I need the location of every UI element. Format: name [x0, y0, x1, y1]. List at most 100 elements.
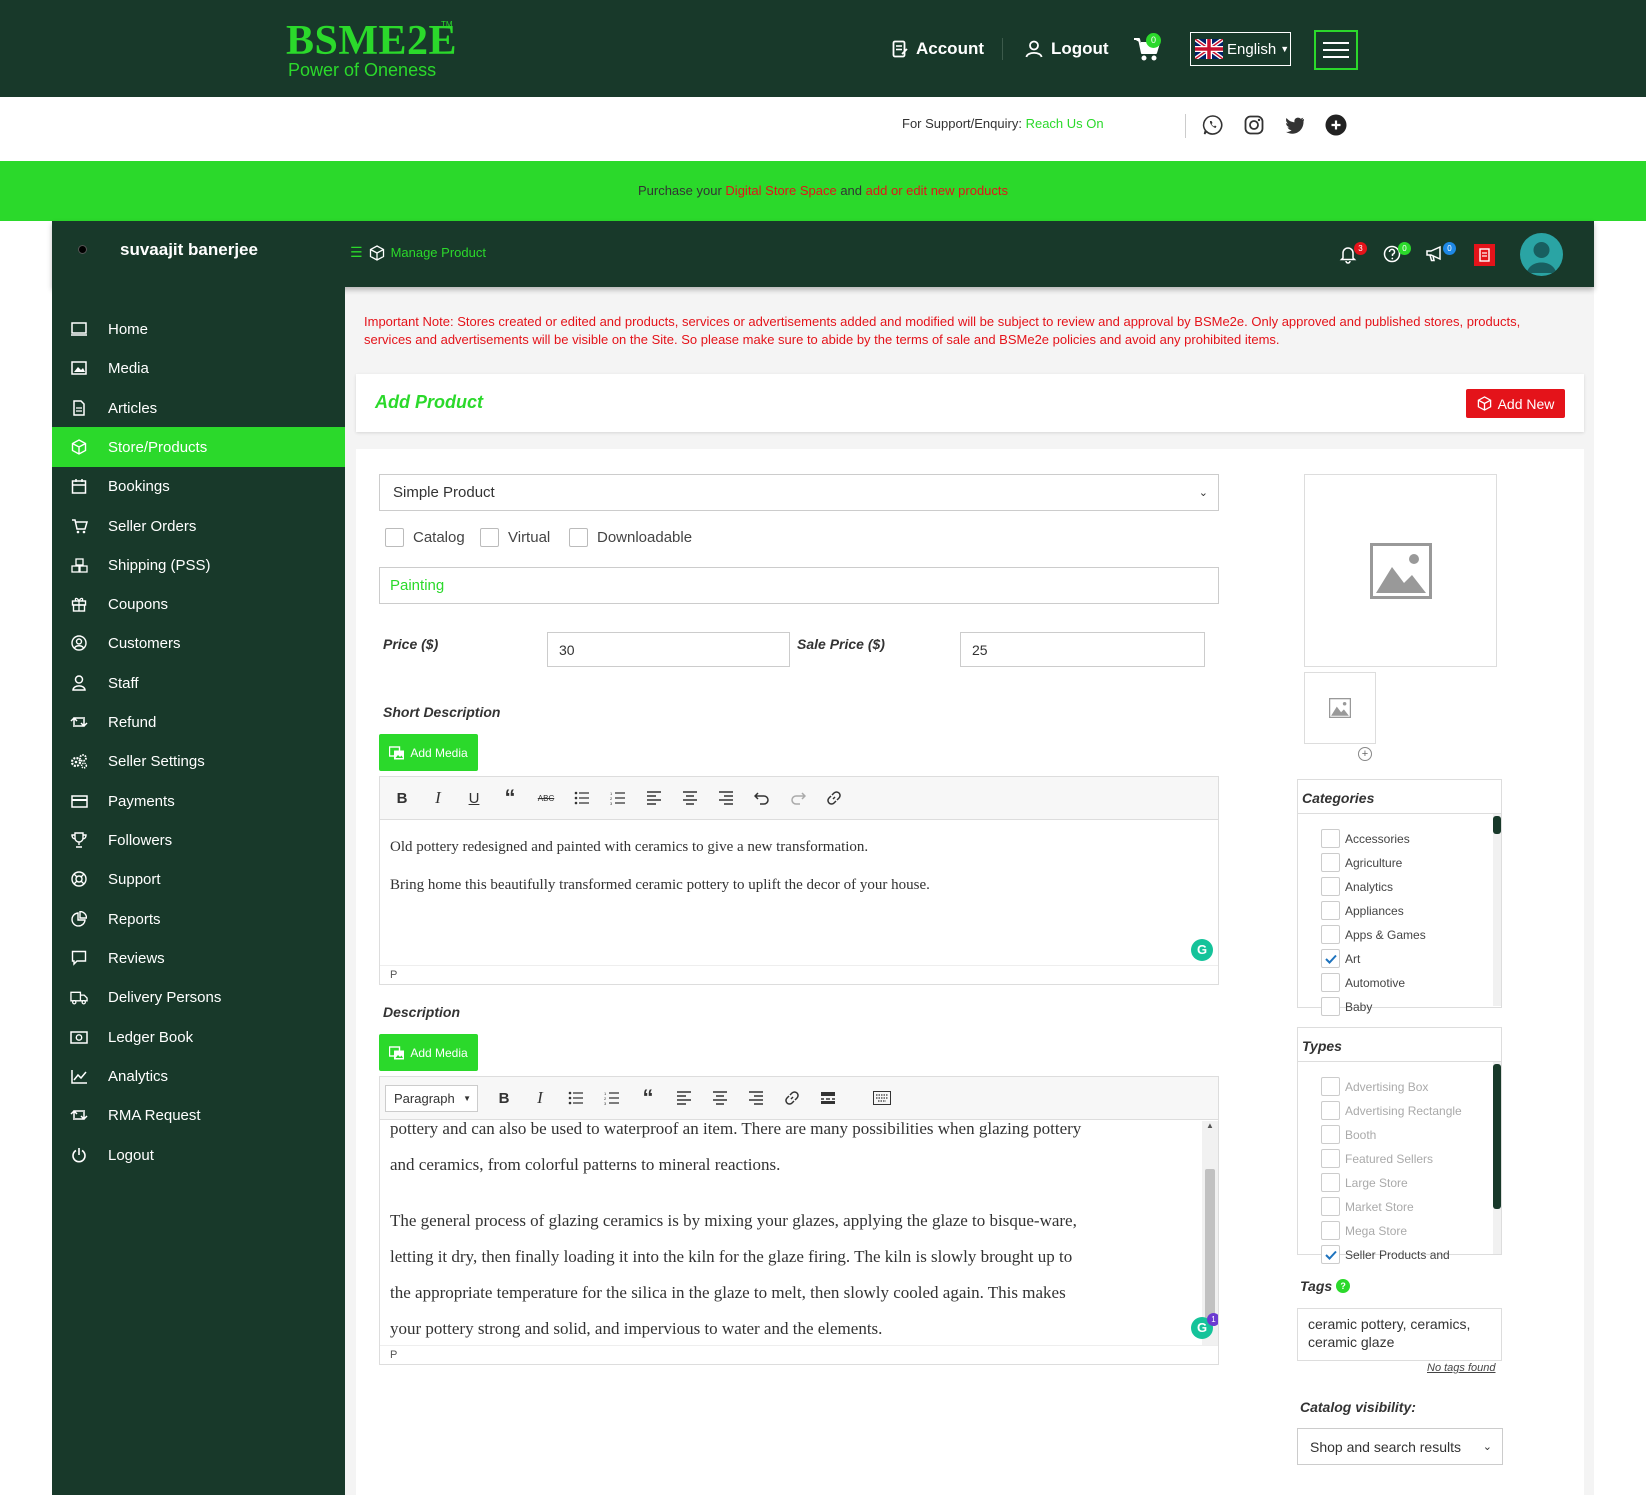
product-name-input[interactable]: Painting — [379, 567, 1219, 604]
scrollbar[interactable] — [1493, 1062, 1501, 1254]
short-description-editor[interactable]: B I U “ ABC 123 Old pottery redesigned a… — [379, 776, 1219, 985]
no-tags-link[interactable]: No tags found — [1427, 1362, 1496, 1374]
add-media-button[interactable]: Add Media — [379, 734, 478, 771]
category-option[interactable]: Automotive — [1321, 973, 1405, 992]
checkbox-box[interactable] — [1321, 973, 1340, 992]
read-more-button[interactable] — [810, 1083, 846, 1113]
type-option[interactable]: Featured Sellers — [1321, 1149, 1433, 1168]
description-editor[interactable]: Paragraph ▼ B I 123 “ pottery and can al… — [379, 1076, 1219, 1365]
blockquote-button[interactable]: “ — [492, 783, 528, 813]
twitter-icon[interactable] — [1284, 114, 1306, 136]
underline-button[interactable]: U — [456, 783, 492, 813]
checkbox-box[interactable] — [1321, 1125, 1340, 1144]
scrollbar-thumb[interactable] — [1493, 816, 1501, 834]
product-type-select[interactable]: Simple Product ⌄ — [379, 474, 1219, 511]
align-center-button[interactable] — [702, 1083, 738, 1113]
checkbox-box[interactable] — [1321, 1221, 1340, 1240]
category-option[interactable]: Art — [1321, 949, 1360, 968]
checkbox-box[interactable] — [1321, 1149, 1340, 1168]
type-option[interactable]: Seller Products and — [1321, 1245, 1450, 1264]
sidebar-item-support[interactable]: Support — [52, 859, 345, 899]
sidebar-item-reports[interactable]: Reports — [52, 899, 345, 939]
keyboard-icon[interactable] — [864, 1083, 900, 1113]
gallery-image-placeholder[interactable] — [1304, 672, 1376, 744]
blockquote-button[interactable]: “ — [630, 1083, 666, 1113]
add-image-icon[interactable]: + — [1358, 747, 1372, 761]
sidebar-item-home[interactable]: Home — [52, 309, 345, 349]
checkbox-checked[interactable] — [1321, 1245, 1340, 1264]
category-option[interactable]: Appliances — [1321, 901, 1404, 920]
type-option[interactable]: Advertising Box — [1321, 1077, 1428, 1096]
sidebar-item-ledger-book[interactable]: Ledger Book — [52, 1017, 345, 1057]
logo[interactable]: BSME2E — [286, 18, 457, 64]
checkbox-box[interactable] — [569, 528, 588, 547]
sidebar-item-logout[interactable]: Logout — [52, 1135, 345, 1175]
sidebar-item-coupons[interactable]: Coupons — [52, 584, 345, 624]
product-image-placeholder[interactable] — [1304, 474, 1497, 667]
category-option[interactable]: Analytics — [1321, 877, 1393, 896]
avatar[interactable] — [1520, 233, 1563, 276]
checkbox-checked[interactable] — [1321, 949, 1340, 968]
language-selector[interactable]: English ▼ — [1190, 32, 1291, 66]
plus-circle-icon[interactable] — [1325, 114, 1347, 136]
scrollbar-thumb[interactable] — [1205, 1169, 1215, 1319]
checkbox-box[interactable] — [1321, 877, 1340, 896]
breadcrumb[interactable]: ☰ Manage Product — [350, 244, 486, 261]
sidebar-item-delivery-persons[interactable]: Delivery Persons — [52, 977, 345, 1017]
add-edit-products-link[interactable]: add or edit new products — [866, 183, 1008, 198]
scrollbar[interactable]: ▲ — [1202, 1121, 1218, 1346]
hamburger-menu-button[interactable] — [1314, 30, 1358, 70]
undo-button[interactable] — [744, 783, 780, 813]
checkbox-box[interactable] — [1321, 1101, 1340, 1120]
catalog-visibility-select[interactable]: Shop and search results ⌄ — [1297, 1428, 1503, 1465]
scroll-up-arrow[interactable]: ▲ — [1202, 1121, 1218, 1130]
reach-us-link[interactable]: Reach Us On — [1026, 116, 1104, 131]
align-right-button[interactable] — [738, 1083, 774, 1113]
type-option[interactable]: Booth — [1321, 1125, 1376, 1144]
category-option[interactable]: Baby — [1321, 997, 1372, 1016]
tags-input[interactable]: ceramic pottery, ceramics, ceramic glaze — [1297, 1308, 1502, 1361]
sidebar-item-bookings[interactable]: Bookings — [52, 466, 345, 506]
checkbox-box[interactable] — [1321, 997, 1340, 1016]
price-input[interactable]: 30 — [547, 632, 790, 667]
checkbox-box[interactable] — [1321, 1173, 1340, 1192]
sidebar-item-refund[interactable]: Refund — [52, 702, 345, 742]
sidebar-item-followers[interactable]: Followers — [52, 820, 345, 860]
scrollbar-thumb[interactable] — [1493, 1064, 1501, 1209]
document-icon[interactable] — [1474, 244, 1495, 266]
type-option[interactable]: Mega Store — [1321, 1221, 1407, 1240]
bullet-list-button[interactable] — [564, 783, 600, 813]
sale-price-input[interactable]: 25 — [960, 632, 1205, 667]
numbered-list-button[interactable]: 123 — [594, 1083, 630, 1113]
align-center-button[interactable] — [672, 783, 708, 813]
bold-button[interactable]: B — [486, 1083, 522, 1113]
checkbox-box[interactable] — [1321, 1197, 1340, 1216]
link-button[interactable] — [816, 783, 852, 813]
strikethrough-button[interactable]: ABC — [528, 783, 564, 813]
sidebar-item-payments[interactable]: Payments — [52, 781, 345, 821]
account-link[interactable]: Account — [892, 36, 984, 62]
category-option[interactable]: Agriculture — [1321, 853, 1402, 872]
help-icon[interactable]: ? — [1336, 1279, 1351, 1293]
sidebar-item-reviews[interactable]: Reviews — [52, 938, 345, 978]
sidebar-item-customers[interactable]: Customers — [52, 623, 345, 663]
redo-button[interactable] — [780, 783, 816, 813]
italic-button[interactable]: I — [522, 1083, 558, 1113]
whatsapp-icon[interactable] — [1202, 114, 1224, 136]
sidebar-item-rma-request[interactable]: RMA Request — [52, 1095, 345, 1135]
align-left-button[interactable] — [636, 783, 672, 813]
bullet-list-button[interactable] — [558, 1083, 594, 1113]
digital-store-link[interactable]: Digital Store Space — [725, 183, 836, 198]
menu-icon[interactable]: ☰ — [350, 244, 363, 261]
align-right-button[interactable] — [708, 783, 744, 813]
add-new-button[interactable]: Add New — [1466, 389, 1565, 418]
category-option[interactable]: Accessories — [1321, 829, 1410, 848]
category-option[interactable]: Apps & Games — [1321, 925, 1426, 944]
add-media-button[interactable]: Add Media — [379, 1034, 478, 1071]
align-left-button[interactable] — [666, 1083, 702, 1113]
sidebar-item-shipping-pss[interactable]: Shipping (PSS) — [52, 545, 345, 585]
type-option[interactable]: Advertising Rectangle — [1321, 1101, 1462, 1120]
catalog-checkbox[interactable]: Catalog — [385, 528, 465, 547]
checkbox-box[interactable] — [1321, 901, 1340, 920]
checkbox-box[interactable] — [480, 528, 499, 547]
